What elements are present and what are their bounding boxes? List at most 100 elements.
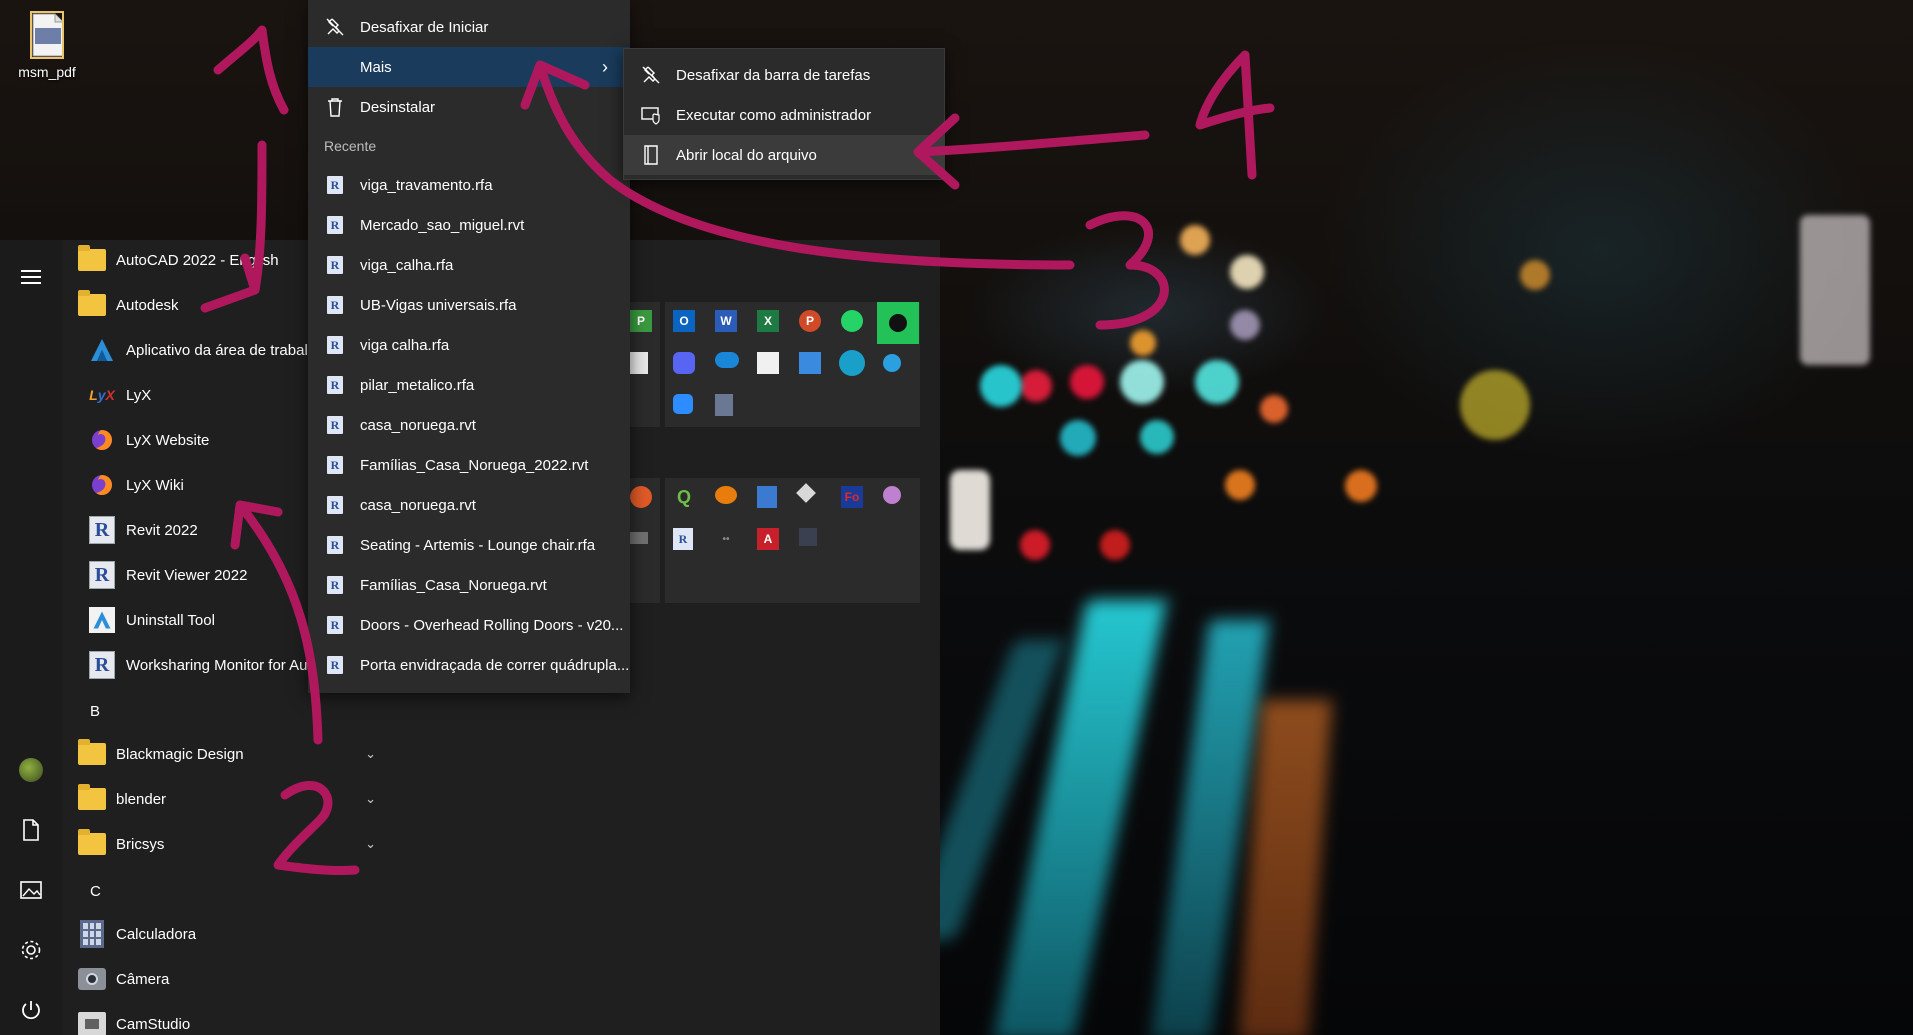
recent-item[interactable]: R Mercado_sao_miguel.rvt	[308, 205, 630, 245]
firefox-icon	[88, 471, 116, 499]
autodesk-uninstall-icon	[88, 606, 116, 634]
inkscape-tile-icon[interactable]	[796, 483, 816, 503]
document-icon[interactable]	[16, 815, 46, 845]
recent-header: Recente	[324, 138, 377, 154]
recent-item[interactable]: Rcasa_noruega.rvt	[308, 485, 630, 525]
list-item-label: Blackmagic Design	[116, 745, 244, 763]
menu-item-label: Mais	[360, 58, 392, 76]
pictures-icon[interactable]	[16, 875, 46, 905]
app2-tile-icon[interactable]	[883, 486, 901, 504]
context-menu: Desafixar de Iniciar Mais › Desinstalar …	[308, 0, 630, 693]
store-tile-icon[interactable]	[757, 352, 779, 374]
outlook-tile-icon[interactable]: O	[673, 310, 695, 332]
firefox-icon	[88, 426, 116, 454]
file-tile-icon[interactable]	[630, 352, 648, 374]
folder-blackmagic-design[interactable]: Blackmagic Design ⌄	[78, 734, 382, 774]
davinci-tile-icon[interactable]	[799, 528, 817, 546]
folder-blender[interactable]: blender ⌄	[78, 779, 382, 819]
recent-item-label: Porta envidraçada de correr quádrupla...	[360, 656, 630, 674]
submenu-unpin-taskbar[interactable]: Desafixar da barra de tarefas	[624, 55, 944, 95]
edge-tile-icon[interactable]	[839, 350, 865, 376]
onedrive-tile-icon[interactable]	[715, 352, 739, 368]
project-tile-icon[interactable]: P	[630, 310, 652, 332]
recent-item[interactable]: R Porta envidraçada de correr quádrupla..…	[308, 645, 630, 685]
calculator-icon	[78, 920, 106, 948]
tile-group-partial: P	[630, 302, 660, 427]
recent-item[interactable]: R UB-Vigas universais.rfa	[308, 285, 630, 325]
recent-item-label: pilar_metalico.rfa	[360, 376, 475, 394]
folder-icon	[78, 739, 106, 768]
recent-item-label: viga_travamento.rfa	[360, 176, 493, 194]
recent-item[interactable]: Rviga_calha.rfa	[308, 245, 630, 285]
revit-file-icon: R	[324, 254, 346, 276]
recent-item[interactable]: R Seating - Artemis - Lounge chair.rfa	[308, 525, 630, 565]
menu-item-label: Abrir local do arquivo	[676, 146, 817, 164]
menu-uninstall[interactable]: Desinstalar	[308, 87, 630, 127]
excel-tile-icon[interactable]: X	[757, 310, 779, 332]
list-item-label: Autodesk	[116, 296, 179, 314]
formit-tile-icon[interactable]: Fo	[841, 486, 863, 508]
desktop-file-msm-pdf[interactable]: msm_pdf	[8, 8, 86, 80]
submenu-open-file-location[interactable]: Abrir local do arquivo	[624, 135, 944, 175]
telegram-tile-icon[interactable]	[883, 354, 901, 372]
list-item-label: Câmera	[116, 970, 170, 988]
more-submenu: Desafixar da barra de tarefas Executar c…	[623, 48, 945, 180]
hamburger-menu-icon[interactable]	[16, 262, 46, 292]
autocad-tile-icon[interactable]: A	[757, 528, 779, 550]
recent-item[interactable]: Rviga calha.rfa	[308, 325, 630, 365]
autodesk-app-icon	[88, 336, 116, 364]
app-camera[interactable]: Câmera	[78, 959, 382, 999]
app-calculadora[interactable]: Calculadora	[78, 914, 382, 954]
recent-item[interactable]: Rviga_travamento.rfa	[308, 165, 630, 205]
chevron-down-icon: ⌄	[365, 746, 376, 761]
ubuntu-tile-icon[interactable]	[630, 486, 652, 508]
settings-icon[interactable]	[16, 935, 46, 965]
section-header-b[interactable]: B	[90, 703, 100, 720]
calculator-tile-icon[interactable]	[715, 394, 733, 416]
revit-file-icon: R	[324, 414, 346, 436]
pdf-file-icon	[27, 10, 67, 60]
photos-tile-icon[interactable]	[799, 352, 821, 374]
list-item-label: LyX Website	[126, 431, 210, 449]
recent-item[interactable]: Rcasa_noruega.rvt	[308, 405, 630, 445]
list-item-label: Calculadora	[116, 925, 197, 943]
app-tile-icon[interactable]	[757, 486, 777, 508]
zoom-tile-icon[interactable]	[673, 394, 693, 414]
desktop-icon-label: msm_pdf	[18, 64, 76, 80]
discord-tile-icon[interactable]	[673, 352, 695, 374]
whatsapp-tile-icon[interactable]	[841, 310, 863, 332]
qgis-tile-icon[interactable]: Q	[673, 486, 695, 508]
folder-icon	[78, 245, 106, 274]
monitor-tile-icon[interactable]	[630, 532, 648, 544]
recent-item[interactable]: R Doors - Overhead Rolling Doors - v20...	[308, 605, 630, 645]
folder-bricsys[interactable]: Bricsys ⌄	[78, 824, 382, 864]
word-tile-icon[interactable]: W	[715, 310, 737, 332]
menu-more[interactable]: Mais ›	[308, 47, 630, 87]
unpin-icon	[640, 64, 662, 86]
revit-file-icon: R	[324, 534, 346, 556]
unpin-icon	[324, 16, 346, 38]
tile-group-tools: Q Fo R •• A	[665, 478, 920, 603]
shield-window-icon	[640, 104, 662, 126]
user-avatar-icon[interactable]	[16, 755, 46, 785]
blender-tile-icon[interactable]	[715, 486, 737, 504]
recent-item-label: Mercado_sao_miguel.rvt	[360, 216, 525, 234]
submenu-run-as-admin[interactable]: Executar como administrador	[624, 95, 944, 135]
powerpoint-tile-icon[interactable]: P	[799, 310, 821, 332]
revit-tile-icon[interactable]: R	[673, 528, 693, 550]
section-header-c[interactable]: C	[90, 883, 101, 900]
camera-icon	[78, 965, 106, 993]
menu-item-label: Executar como administrador	[676, 106, 872, 124]
recent-item[interactable]: Rpilar_metalico.rfa	[308, 365, 630, 405]
trash-icon	[324, 96, 346, 118]
chevron-right-icon: ›	[602, 56, 608, 77]
revit-file-icon: R	[324, 494, 346, 516]
app-camstudio[interactable]: CamStudio	[78, 1004, 382, 1035]
recent-item[interactable]: R Famílias_Casa_Noruega_2022.rvt	[308, 445, 630, 485]
menu-unpin-start[interactable]: Desafixar de Iniciar	[308, 7, 630, 47]
recent-item[interactable]: R Famílias_Casa_Noruega.rvt	[308, 565, 630, 605]
spotify-tile-icon[interactable]	[877, 302, 919, 344]
app3-tile-icon[interactable]: ••	[715, 528, 737, 550]
power-icon[interactable]	[16, 995, 46, 1025]
tile-group-apps: O W X P	[665, 302, 920, 427]
